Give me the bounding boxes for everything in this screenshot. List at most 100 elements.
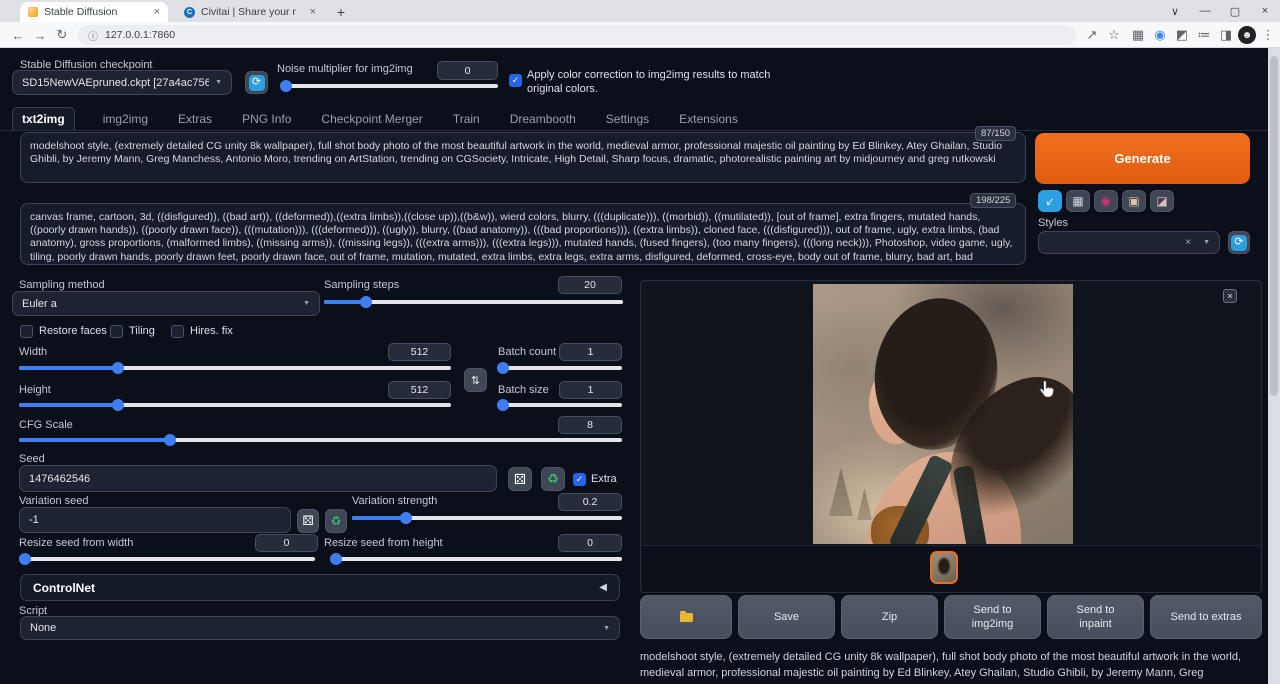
scrollbar-thumb[interactable] [1270, 56, 1278, 396]
cfg-scale-slider[interactable] [19, 434, 622, 446]
sidebar-icon[interactable]: ◨ [1216, 25, 1236, 45]
variation-strength-value[interactable]: 0.2 [558, 493, 622, 511]
accordion-arrow-icon: ◀ [599, 582, 607, 593]
tab-img2img[interactable]: img2img [101, 108, 150, 130]
seed-input[interactable]: 1476462546 [19, 465, 497, 492]
variation-reuse-seed-button[interactable]: ♻ [325, 509, 347, 533]
styles-clear-icon[interactable]: × [1185, 237, 1191, 248]
kebab-menu-icon[interactable]: ⋮ [1258, 25, 1278, 45]
address-bar[interactable]: ⓘ 127.0.0.1:7860 [78, 25, 1076, 45]
paste-params-button[interactable]: ↙ [1038, 190, 1062, 212]
variation-strength-slider[interactable] [352, 512, 622, 524]
reuse-seed-button[interactable]: ♻ [541, 467, 565, 491]
tab-txt2img[interactable]: txt2img [12, 107, 75, 130]
tabs-divider [0, 130, 1268, 131]
batch-count-slider[interactable] [498, 362, 622, 374]
height-value[interactable]: 512 [388, 381, 451, 399]
site-info-icon[interactable]: ⓘ [88, 28, 98, 43]
back-icon[interactable]: ← [8, 25, 28, 45]
script-dropdown[interactable]: None ▼ [20, 616, 620, 640]
restore-faces-checkbox[interactable] [20, 325, 33, 338]
variation-seed-input[interactable]: -1 [19, 507, 291, 533]
reading-list-icon[interactable]: ≔ [1194, 25, 1214, 45]
cursor-hand [1039, 380, 1054, 399]
chevron-down-icon: ▼ [303, 300, 310, 307]
browser-tab-civitai[interactable]: C Civitai | Share your models × [176, 2, 324, 22]
send-to-extras-button[interactable]: Send to extras [1150, 595, 1262, 639]
batch-count-value[interactable]: 1 [559, 343, 622, 361]
resize-seed-height-slider[interactable] [330, 553, 622, 565]
profile-avatar[interactable]: ☻ [1238, 26, 1256, 44]
styles-dropdown[interactable]: × ▼ [1038, 231, 1220, 254]
tiling-checkbox[interactable] [110, 325, 123, 338]
height-slider[interactable] [19, 399, 451, 411]
window-close-button[interactable]: × [1250, 0, 1280, 22]
forward-icon[interactable]: → [30, 25, 50, 45]
window-menu-chevron-icon[interactable]: ∨ [1160, 0, 1190, 22]
generate-button[interactable]: Generate [1035, 133, 1250, 184]
window-minimize-button[interactable]: — [1190, 0, 1220, 22]
sampling-steps-value[interactable]: 20 [558, 276, 622, 294]
extra-seed-label: Extra [591, 473, 617, 485]
send-to-img2img-button[interactable]: Send to img2img [944, 595, 1041, 639]
gallery-close-button[interactable]: × [1223, 289, 1237, 303]
bookmark-star-icon[interactable]: ☆ [1104, 25, 1124, 45]
tab-extensions[interactable]: Extensions [677, 108, 740, 130]
share-icon[interactable]: ↗ [1082, 25, 1102, 45]
tab-dreambooth[interactable]: Dreambooth [508, 108, 578, 130]
width-slider[interactable] [19, 362, 451, 374]
prompt-input[interactable]: modelshoot style, (extremely detailed CG… [20, 132, 1026, 183]
apply-style-button[interactable]: ▣ [1122, 190, 1146, 212]
tab-extras[interactable]: Extras [176, 108, 214, 130]
random-seed-button[interactable]: ⚄ [508, 467, 532, 491]
batch-size-value[interactable]: 1 [559, 381, 622, 399]
noise-multiplier-slider[interactable] [282, 80, 498, 92]
page-scrollbar[interactable] [1268, 48, 1280, 684]
controlnet-accordion[interactable]: ControlNet ◀ [20, 574, 620, 601]
batch-size-slider[interactable] [498, 399, 622, 411]
extra-seed-checkbox[interactable]: ✓ [573, 473, 586, 486]
zip-button[interactable]: Zip [841, 595, 938, 639]
styles-refresh-button[interactable]: ⟳ [1228, 231, 1250, 254]
tab-checkpoint-merger[interactable]: Checkpoint Merger [319, 108, 424, 130]
tab-close-icon[interactable]: × [310, 6, 316, 18]
save-button[interactable]: Save [738, 595, 835, 639]
generated-image[interactable] [813, 284, 1073, 544]
clear-prompt-button[interactable]: ▦ [1066, 190, 1090, 212]
browser-tab-stable-diffusion[interactable]: Stable Diffusion × [20, 2, 168, 22]
sampling-method-dropdown[interactable]: Euler a ▼ [12, 291, 320, 316]
window-maximize-button[interactable]: ▢ [1220, 0, 1250, 22]
color-correction-checkbox[interactable]: ✓ [509, 74, 522, 87]
tab-png-info[interactable]: PNG Info [240, 108, 293, 130]
hires-fix-checkbox[interactable] [171, 325, 184, 338]
gallery-thumbnail-selected[interactable] [930, 551, 958, 584]
resize-seed-height-value[interactable]: 0 [558, 534, 622, 552]
extension-grid-icon[interactable]: ▦ [1128, 25, 1148, 45]
resize-seed-width-value[interactable]: 0 [255, 534, 318, 552]
open-folder-button[interactable] [640, 595, 732, 639]
send-to-inpaint-button[interactable]: Send to inpaint [1047, 595, 1144, 639]
width-value[interactable]: 512 [388, 343, 451, 361]
recycle-icon: ♻ [547, 471, 559, 487]
hires-fix-label: Hires. fix [190, 325, 233, 337]
tab-close-icon[interactable]: × [154, 6, 160, 18]
url-text: 127.0.0.1:7860 [105, 29, 175, 41]
save-style-button[interactable]: ◪ [1150, 190, 1174, 212]
tab-settings[interactable]: Settings [604, 108, 651, 130]
checkpoint-refresh-button[interactable]: ⟳ [245, 71, 268, 94]
reload-icon[interactable]: ↻ [52, 25, 72, 45]
extension-dot-icon[interactable]: ◉ [1150, 25, 1170, 45]
variation-random-seed-button[interactable]: ⚄ [297, 509, 319, 533]
resize-seed-height-label: Resize seed from height [324, 537, 443, 549]
sampling-steps-slider[interactable] [324, 296, 623, 308]
extra-networks-button[interactable]: ◉ [1094, 190, 1118, 212]
swap-dimensions-button[interactable]: ⇅ [464, 368, 487, 392]
tab-train[interactable]: Train [451, 108, 482, 130]
resize-seed-width-slider[interactable] [19, 553, 315, 565]
noise-multiplier-value[interactable]: 0 [437, 61, 498, 80]
cfg-scale-value[interactable]: 8 [558, 416, 622, 434]
checkpoint-dropdown[interactable]: SD15NewVAEpruned.ckpt [27a4ac756c] ▼ [12, 70, 232, 95]
negative-prompt-input[interactable]: canvas frame, cartoon, 3d, ((disfigured)… [20, 203, 1026, 265]
new-tab-button[interactable]: + [332, 3, 350, 21]
extensions-puzzle-icon[interactable]: ◩ [1172, 25, 1192, 45]
